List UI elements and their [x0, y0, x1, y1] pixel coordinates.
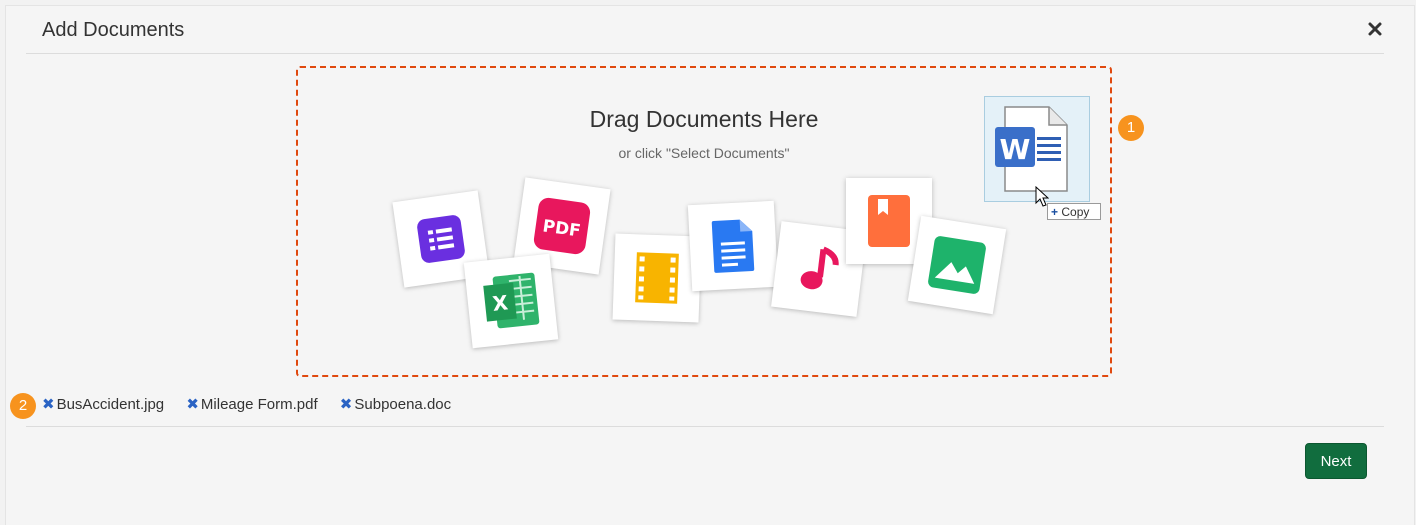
- file-name: Subpoena.doc: [354, 396, 452, 413]
- close-icon[interactable]: [1366, 20, 1384, 38]
- remove-file-icon[interactable]: ✖: [340, 396, 353, 413]
- file-item: ✖ Mileage Form.pdf: [186, 395, 317, 413]
- docs-icon: [687, 200, 779, 292]
- dialog-title: Add Documents: [42, 19, 185, 41]
- header-divider: [26, 53, 1384, 54]
- word-icon-letter: W: [1000, 133, 1031, 166]
- image-icon: [907, 215, 1007, 315]
- excel-icon-label: X: [491, 290, 509, 316]
- file-item: ✖ Subpoena.doc: [340, 395, 451, 413]
- plus-icon: +: [1051, 205, 1059, 219]
- remove-file-icon[interactable]: ✖: [186, 396, 199, 413]
- remove-file-icon[interactable]: ✖: [42, 396, 55, 413]
- video-icon: [612, 233, 702, 323]
- selected-files-list: ✖ BusAccident.jpg ✖ Mileage Form.pdf ✖ Subp…: [42, 395, 469, 413]
- footer-divider: [26, 426, 1384, 427]
- copy-tooltip: + Copy: [1047, 203, 1101, 220]
- copy-tooltip-label: Copy: [1061, 205, 1090, 219]
- file-name: BusAccident.jpg: [56, 396, 165, 413]
- excel-icon: X: [463, 253, 559, 349]
- next-button[interactable]: Next: [1305, 443, 1367, 479]
- file-item: ✖ BusAccident.jpg: [42, 395, 164, 413]
- step-badge-2: 2: [10, 393, 36, 419]
- step-badge-1: 1: [1118, 115, 1144, 141]
- file-name: Mileage Form.pdf: [200, 396, 318, 413]
